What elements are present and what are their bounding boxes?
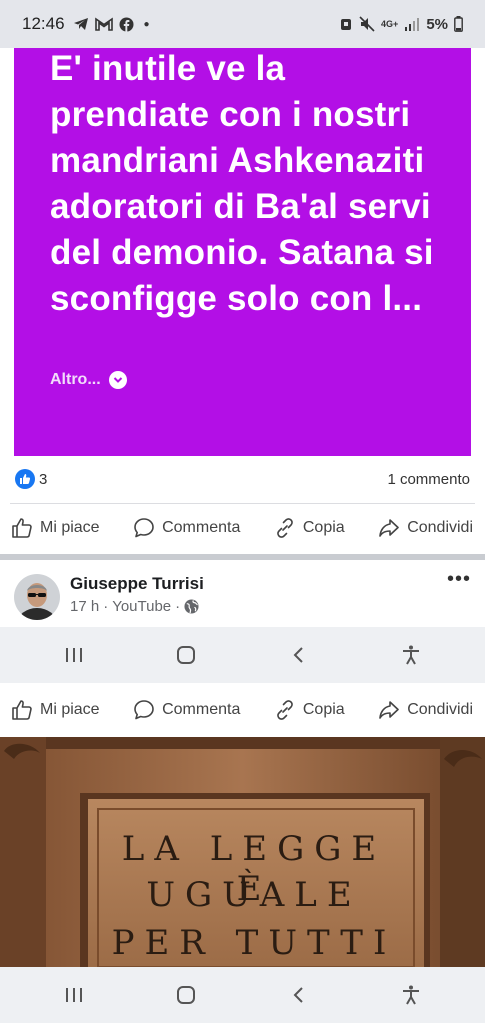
- see-more-label: Altro...: [50, 371, 101, 388]
- comment-label: Commenta: [162, 519, 241, 536]
- comment-icon: [134, 700, 154, 720]
- recent-apps-icon: [66, 988, 83, 1002]
- back-button[interactable]: [279, 975, 319, 1015]
- mute-icon: [359, 16, 375, 32]
- post-meta: 17 h · YouTube ·: [70, 598, 204, 615]
- plaque-line-2: UGUALE: [146, 875, 362, 915]
- post-separator: [0, 554, 485, 560]
- signal-icon: [405, 18, 420, 31]
- recent-apps-button[interactable]: [54, 975, 94, 1015]
- post-text: E' inutile ve la prendiate con i nostri …: [50, 49, 434, 318]
- accessibility-button[interactable]: [391, 975, 431, 1015]
- thumbs-up-icon: [12, 700, 32, 720]
- back-icon: [293, 647, 303, 663]
- like-label: Mi piace: [40, 519, 100, 536]
- copy-label: Copia: [302, 519, 345, 536]
- post-actions-bar: Mi piace Commenta Copia Condividi: [0, 508, 485, 548]
- share-button[interactable]: Condividi: [377, 516, 473, 540]
- share-icon: [379, 701, 399, 719]
- plaque-line-3: PER TUTTI: [111, 923, 397, 963]
- share-button[interactable]: Condividi: [377, 698, 473, 722]
- avatar[interactable]: [14, 574, 60, 620]
- alarm-icon: [341, 19, 352, 30]
- link-icon: [277, 518, 293, 538]
- battery-icon: [454, 16, 463, 32]
- system-nav-bar-bottom: [0, 967, 485, 1023]
- like-button[interactable]: Mi piace: [10, 516, 100, 540]
- post-image[interactable]: LA LEGGE È UGUALE PER TUTTI: [0, 737, 485, 967]
- status-bar: 12:46 ● 4G+ 5%: [0, 0, 485, 48]
- reaction-count[interactable]: 3: [39, 471, 47, 488]
- system-nav-bar: [0, 627, 485, 683]
- accessibility-icon: [402, 985, 419, 1005]
- comment-icon: [134, 518, 154, 538]
- post-time[interactable]: 17 h: [70, 598, 99, 615]
- see-more-link[interactable]: Altro...: [50, 371, 127, 389]
- link-icon: [277, 700, 293, 720]
- author-name[interactable]: Giuseppe Turrisi: [70, 574, 204, 594]
- reactions-summary: 3 1 commento: [0, 463, 485, 495]
- battery-percent: 5%: [426, 15, 448, 33]
- accessibility-button[interactable]: [391, 635, 431, 675]
- home-button[interactable]: [166, 975, 206, 1015]
- globe-icon: [184, 599, 199, 614]
- like-reaction-icon: [15, 469, 35, 489]
- accessibility-icon: [402, 645, 419, 665]
- comment-button[interactable]: Commenta: [132, 698, 240, 722]
- home-button[interactable]: [166, 635, 206, 675]
- notification-dot-icon: ●: [143, 18, 150, 30]
- post-actions-bar: Mi piace Commenta Copia Condividi: [0, 690, 485, 730]
- post-header: Giuseppe Turrisi 17 h · YouTube · •••: [0, 564, 485, 626]
- divider: [10, 503, 475, 504]
- post-source[interactable]: YouTube: [112, 598, 171, 615]
- recent-apps-icon: [66, 648, 83, 662]
- back-icon: [293, 987, 303, 1003]
- share-label: Condividi: [407, 519, 473, 536]
- status-time: 12:46: [22, 14, 65, 33]
- recent-apps-button[interactable]: [54, 635, 94, 675]
- gmail-icon: [94, 17, 113, 31]
- network-type: 4G+: [381, 19, 399, 29]
- comment-label: Commenta: [162, 701, 241, 718]
- copy-label: Copia: [302, 701, 345, 718]
- copy-button[interactable]: Copia: [273, 698, 345, 722]
- share-icon: [379, 519, 399, 537]
- more-options-icon[interactable]: •••: [447, 568, 471, 591]
- telegram-icon: [73, 18, 88, 30]
- post-text-card[interactable]: E' inutile ve la prendiate con i nostri …: [14, 48, 471, 456]
- home-icon: [177, 986, 196, 1004]
- home-icon: [177, 646, 196, 664]
- comments-count[interactable]: 1 commento: [387, 471, 470, 488]
- share-label: Condividi: [407, 701, 473, 718]
- copy-button[interactable]: Copia: [273, 516, 345, 540]
- back-button[interactable]: [279, 635, 319, 675]
- like-label: Mi piace: [40, 701, 100, 718]
- like-button[interactable]: Mi piace: [10, 698, 100, 722]
- chevron-down-icon: [108, 371, 127, 389]
- facebook-small-icon: [119, 17, 134, 32]
- comment-button[interactable]: Commenta: [132, 516, 240, 540]
- thumbs-up-icon: [12, 518, 32, 538]
